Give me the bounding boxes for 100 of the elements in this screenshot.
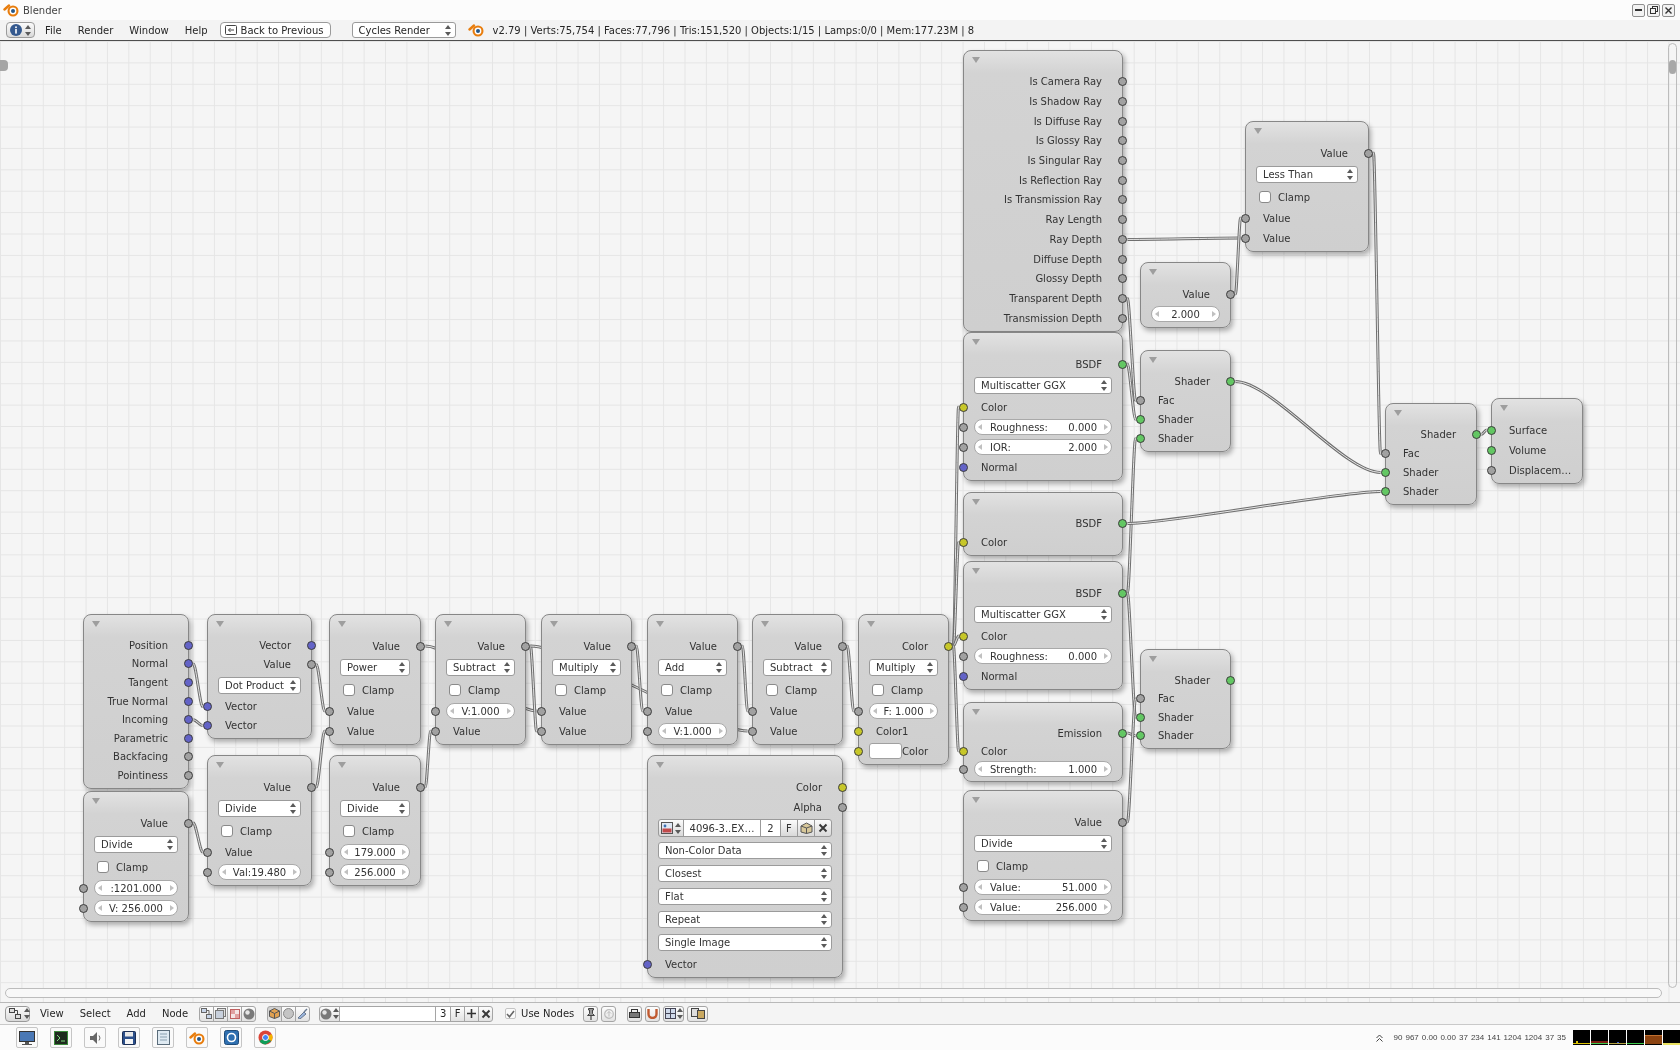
socket-icon[interactable] xyxy=(1118,313,1127,323)
users-count-button[interactable]: 3 xyxy=(435,1005,452,1022)
editor-type-button[interactable] xyxy=(6,22,35,38)
socket-icon[interactable] xyxy=(748,706,757,716)
select-dropdown[interactable]: Power xyxy=(340,659,410,676)
menu-item[interactable]: Node xyxy=(161,1008,189,1019)
node-link[interactable] xyxy=(1126,298,1137,401)
image-name-field[interactable]: 4096-3..EX… xyxy=(683,819,761,837)
node-link[interactable] xyxy=(846,645,855,712)
socket-icon[interactable] xyxy=(431,726,440,736)
socket-icon[interactable] xyxy=(643,959,652,969)
pack-button[interactable] xyxy=(797,819,815,837)
node-link[interactable] xyxy=(424,730,432,788)
socket-icon[interactable] xyxy=(1118,519,1127,528)
select-dropdown[interactable]: Non-Color Data xyxy=(658,842,832,859)
socket-icon[interactable] xyxy=(959,402,968,412)
socket-icon[interactable] xyxy=(537,706,546,716)
socket-icon[interactable] xyxy=(184,678,193,687)
minimize-button[interactable] xyxy=(1632,3,1645,17)
checkbox[interactable] xyxy=(343,684,355,696)
color-swatch-icon[interactable] xyxy=(869,743,902,759)
socket-icon[interactable] xyxy=(184,752,193,762)
node-link[interactable] xyxy=(529,645,538,732)
select-dropdown[interactable]: Multiply xyxy=(552,659,621,676)
socket-icon[interactable] xyxy=(1136,731,1145,741)
socket-icon[interactable] xyxy=(1118,77,1127,87)
socket-icon[interactable] xyxy=(1136,434,1145,443)
checkbox[interactable] xyxy=(97,861,109,873)
socket-icon[interactable] xyxy=(959,671,968,681)
select-dropdown[interactable]: Repeat xyxy=(658,911,832,928)
socket-icon[interactable] xyxy=(627,641,636,651)
checkbox[interactable] xyxy=(872,684,884,696)
node-link[interactable] xyxy=(635,645,644,712)
socket-icon[interactable] xyxy=(1118,588,1127,598)
node-link[interactable] xyxy=(315,730,326,788)
select-dropdown[interactable]: Divide xyxy=(218,800,301,817)
socket-icon[interactable] xyxy=(1241,233,1250,243)
socket-icon[interactable] xyxy=(1136,415,1145,424)
socket-icon[interactable] xyxy=(1226,675,1235,685)
socket-icon[interactable] xyxy=(1118,215,1127,225)
select-dropdown[interactable]: Less Than xyxy=(1256,166,1358,183)
backdrop-button[interactable] xyxy=(645,1005,661,1022)
pin-button[interactable] xyxy=(583,1005,599,1022)
checkbox[interactable] xyxy=(505,1008,517,1019)
select-dropdown[interactable]: Divide xyxy=(340,800,410,817)
fake-user-button[interactable]: F xyxy=(780,819,798,837)
socket-icon[interactable] xyxy=(959,462,968,472)
socket-icon[interactable] xyxy=(203,867,212,877)
socket-icon[interactable] xyxy=(1381,487,1390,496)
socket-icon[interactable] xyxy=(1118,156,1127,166)
panel-toggle-tab[interactable] xyxy=(0,60,8,71)
socket-icon[interactable] xyxy=(416,641,425,651)
select-dropdown[interactable]: Single Image xyxy=(658,934,832,951)
socket-icon[interactable] xyxy=(1118,254,1127,264)
launcher-button[interactable] xyxy=(220,1027,242,1048)
socket-icon[interactable] xyxy=(1226,377,1235,386)
socket-icon[interactable] xyxy=(733,641,742,651)
socket-icon[interactable] xyxy=(325,867,334,877)
socket-icon[interactable] xyxy=(1136,396,1145,405)
material-name-field[interactable] xyxy=(339,1005,437,1022)
snap-button[interactable] xyxy=(627,1005,643,1022)
socket-icon[interactable] xyxy=(1118,728,1127,738)
select-dropdown[interactable]: Multiscatter GGX xyxy=(974,377,1112,394)
socket-icon[interactable] xyxy=(1118,274,1127,284)
checkbox[interactable] xyxy=(343,825,355,837)
socket-icon[interactable] xyxy=(1241,213,1250,223)
socket-icon[interactable] xyxy=(1487,465,1496,475)
socket-icon[interactable] xyxy=(79,883,88,893)
scrollbar-handle[interactable] xyxy=(1669,60,1676,74)
socket-icon[interactable] xyxy=(959,442,968,452)
checkbox[interactable] xyxy=(977,860,989,872)
socket-icon[interactable] xyxy=(1118,817,1127,827)
socket-icon[interactable] xyxy=(184,715,193,725)
node-link[interactable] xyxy=(1127,490,1381,525)
socket-icon[interactable] xyxy=(307,660,316,669)
checkbox[interactable] xyxy=(661,684,673,696)
socket-icon[interactable] xyxy=(307,782,316,792)
socket-icon[interactable] xyxy=(203,721,212,730)
socket-icon[interactable] xyxy=(307,641,316,650)
socket-icon[interactable] xyxy=(325,726,334,736)
launcher-button[interactable] xyxy=(118,1027,140,1048)
horizontal-scrollbar[interactable] xyxy=(5,988,1662,998)
socket-icon[interactable] xyxy=(854,706,863,716)
back-button[interactable]: Back to Previous xyxy=(219,22,331,38)
socket-icon[interactable] xyxy=(748,726,757,736)
select-dropdown[interactable]: Dot Product xyxy=(218,677,301,694)
node-link[interactable] xyxy=(1235,380,1381,474)
socket-icon[interactable] xyxy=(838,782,847,792)
socket-icon[interactable] xyxy=(184,818,193,828)
node-link[interactable] xyxy=(1126,438,1137,594)
node-link[interactable] xyxy=(1126,698,1137,823)
socket-icon[interactable] xyxy=(959,422,968,432)
node-link[interactable] xyxy=(1126,363,1137,420)
socket-icon[interactable] xyxy=(1136,694,1145,704)
checkbox[interactable] xyxy=(555,684,567,696)
node-link[interactable] xyxy=(741,645,749,712)
socket-icon[interactable] xyxy=(416,782,425,792)
socket-icon[interactable] xyxy=(854,726,863,736)
select-dropdown[interactable]: Divide xyxy=(974,835,1112,852)
socket-icon[interactable] xyxy=(184,659,193,669)
